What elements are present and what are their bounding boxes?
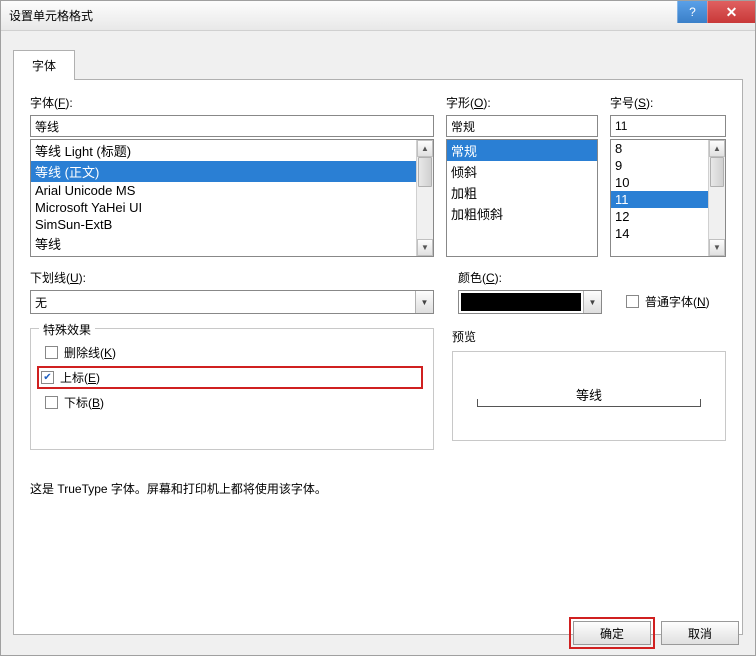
preview-box: 等线	[452, 351, 726, 441]
underline-label: 下划线(U):	[30, 269, 434, 286]
list-item[interactable]: Microsoft YaHei UI	[31, 199, 433, 216]
style-section: 字形(O): 常规 常规 倾斜 加粗 加粗倾斜	[446, 94, 598, 257]
effects-title: 特殊效果	[39, 321, 95, 338]
list-item[interactable]: 加粗	[447, 182, 597, 203]
scroll-down-icon[interactable]: ▼	[709, 239, 725, 256]
tab-strip: 字体	[1, 31, 755, 79]
preview-title: 预览	[452, 328, 726, 345]
underline-value: 无	[31, 291, 415, 313]
cancel-button[interactable]: 取消	[661, 621, 739, 645]
window-title: 设置单元格格式	[9, 7, 93, 24]
size-label: 字号(S):	[610, 94, 726, 111]
normal-font-section: 普通字体(N)	[626, 269, 726, 314]
strikethrough-checkbox[interactable]	[45, 346, 58, 359]
font-input[interactable]: 等线	[30, 115, 434, 137]
superscript-checkbox[interactable]: ✔	[41, 371, 54, 384]
title-buttons: ? ✕	[677, 1, 755, 23]
font-section: 字体(F): 等线 等线 Light (标题) 等线 (正文) Arial Un…	[30, 94, 434, 257]
list-item[interactable]: 倾斜	[447, 161, 597, 182]
scroll-thumb[interactable]	[418, 157, 432, 187]
list-item[interactable]: 等线 (正文)	[31, 161, 433, 182]
dialog-window: 设置单元格格式 ? ✕ 字体 字体(F): 等线 等线 Light (标题) 等…	[0, 0, 756, 656]
normal-font-checkbox[interactable]	[626, 295, 639, 308]
list-item[interactable]: 加粗倾斜	[447, 203, 597, 224]
list-item[interactable]: SimSun-ExtB	[31, 216, 433, 233]
size-section: 字号(S): 11 8 9 10 11 12 14 ▲ ▼	[610, 94, 726, 257]
style-listbox[interactable]: 常规 倾斜 加粗 加粗倾斜	[446, 139, 598, 257]
list-item[interactable]: Arial Unicode MS	[31, 182, 433, 199]
underline-dropdown[interactable]: 无 ▼	[30, 290, 434, 314]
chevron-down-icon[interactable]: ▼	[415, 291, 433, 313]
style-input[interactable]: 常规	[446, 115, 598, 137]
preview-sample: 等线	[477, 385, 700, 407]
font-listbox[interactable]: 等线 Light (标题) 等线 (正文) Arial Unicode MS M…	[30, 139, 434, 257]
ok-button[interactable]: 确定	[573, 621, 651, 645]
scrollbar[interactable]: ▲ ▼	[708, 140, 725, 256]
preview-section: 预览 等线	[452, 328, 726, 450]
list-item[interactable]: 等线	[31, 233, 433, 254]
color-dropdown[interactable]: ▼	[458, 290, 602, 314]
tab-content: 字体(F): 等线 等线 Light (标题) 等线 (正文) Arial Un…	[13, 79, 743, 635]
scroll-thumb[interactable]	[710, 157, 724, 187]
underline-section: 下划线(U): 无 ▼	[30, 269, 434, 314]
color-swatch	[461, 293, 581, 311]
normal-font-label: 普通字体(N)	[645, 293, 710, 310]
strikethrough-label: 删除线(K)	[64, 344, 116, 361]
scroll-down-icon[interactable]: ▼	[417, 239, 433, 256]
style-label: 字形(O):	[446, 94, 598, 111]
list-item[interactable]: 等线 Light (标题)	[31, 140, 433, 161]
color-label: 颜色(C):	[458, 269, 602, 286]
font-label: 字体(F):	[30, 94, 434, 111]
subscript-checkbox[interactable]	[45, 396, 58, 409]
scroll-up-icon[interactable]: ▲	[417, 140, 433, 157]
subscript-label: 下标(B)	[64, 394, 104, 411]
chevron-down-icon[interactable]: ▼	[583, 291, 601, 313]
superscript-row-highlight: ✔ 上标(E)	[37, 366, 423, 389]
effects-group: 特殊效果 删除线(K) ✔ 上标(E) 下标(B)	[30, 328, 434, 450]
dialog-buttons: 确定 取消	[573, 621, 739, 645]
tab-font[interactable]: 字体	[13, 50, 75, 80]
titlebar: 设置单元格格式 ? ✕	[1, 1, 755, 31]
list-item[interactable]: 常规	[447, 140, 597, 161]
footer-note: 这是 TrueType 字体。屏幕和打印机上都将使用该字体。	[30, 480, 726, 497]
superscript-label: 上标(E)	[60, 369, 100, 386]
scroll-up-icon[interactable]: ▲	[709, 140, 725, 157]
size-input[interactable]: 11	[610, 115, 726, 137]
scrollbar[interactable]: ▲ ▼	[416, 140, 433, 256]
close-button[interactable]: ✕	[707, 1, 755, 23]
color-section: 颜色(C): ▼	[458, 269, 602, 314]
help-button[interactable]: ?	[677, 1, 707, 23]
size-listbox[interactable]: 8 9 10 11 12 14 ▲ ▼	[610, 139, 726, 257]
